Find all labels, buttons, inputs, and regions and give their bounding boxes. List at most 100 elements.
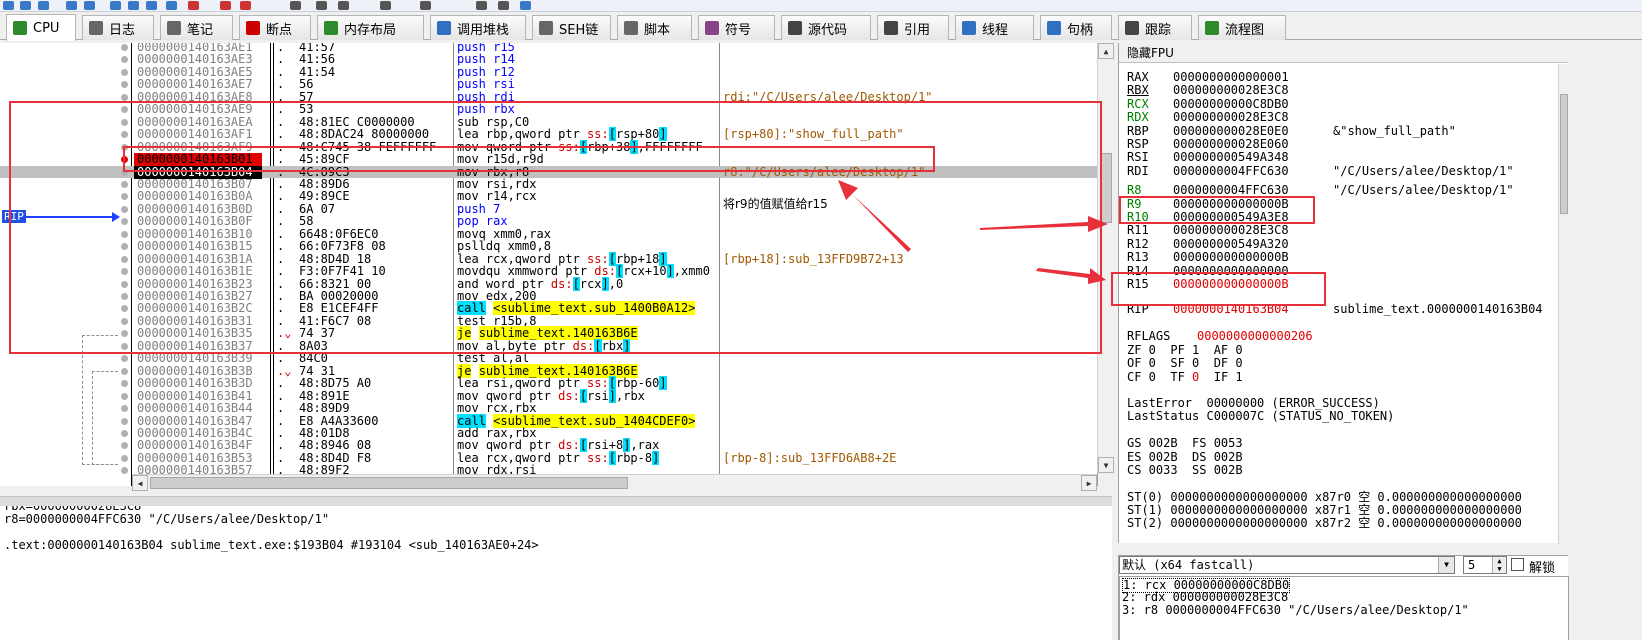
tab-handle[interactable]: 句柄 <box>1040 15 1112 40</box>
toolbar-button[interactable] <box>110 1 121 10</box>
spinner-arrows-icon[interactable]: ▲ ▼ <box>1492 557 1506 573</box>
tab-note[interactable]: 笔记 <box>160 15 233 40</box>
toolbar-button[interactable] <box>220 1 231 10</box>
toolbar-button[interactable] <box>338 1 349 10</box>
toolbar-button[interactable] <box>240 1 251 10</box>
handle-icon <box>1047 21 1061 35</box>
toolbar-button[interactable] <box>498 1 509 10</box>
flag-value[interactable]: 0 <box>1192 370 1199 384</box>
scroll-right-button[interactable]: ▶ <box>1081 475 1097 491</box>
breakpoint-dot-icon[interactable] <box>121 392 128 400</box>
breakpoint-dot-icon[interactable] <box>121 454 128 462</box>
jump-line <box>92 371 118 465</box>
splitter[interactable] <box>0 496 1112 506</box>
toolbar-button[interactable] <box>380 1 391 10</box>
breakpoint-dot-icon[interactable] <box>121 417 128 425</box>
hide-fpu-button[interactable]: 隐藏FPU <box>1119 43 1568 63</box>
scroll-thumb[interactable] <box>150 477 628 489</box>
disasm-row[interactable]: 0000000140163B44. 48:89D9 mov rcx,rbx <box>0 402 1097 415</box>
tab-source[interactable]: 源代码 <box>781 15 871 40</box>
tab-call-stack[interactable]: 调用堆栈 <box>430 15 526 40</box>
scroll-up-button[interactable]: ▲ <box>1098 43 1114 59</box>
register-value[interactable]: 000000000028E3C8 <box>1173 224 1289 237</box>
toolbar-button[interactable] <box>38 1 49 10</box>
toolbar-button[interactable] <box>20 1 31 10</box>
argument-item[interactable]: 3: r8 0000000004FFC630 "/C/Users/alee/De… <box>1122 604 1469 617</box>
breakpoint-dot-icon[interactable] <box>121 429 128 437</box>
register-value[interactable]: 0000000000000206 <box>1197 330 1313 343</box>
toolbar-button[interactable] <box>476 1 487 10</box>
breakpoint-dot-icon[interactable] <box>121 380 128 388</box>
breakpoint-dot-icon[interactable] <box>121 467 128 475</box>
breakpoint-dot-icon[interactable] <box>121 367 128 375</box>
info-panel: rbx=00000000028E3C8 r8=0000000004FFC630 … <box>0 497 1112 640</box>
breakpoint-dot-icon[interactable] <box>121 355 128 363</box>
tab-label: 引用 <box>904 22 931 38</box>
tab-memory-map[interactable]: 内存布局 <box>317 15 424 40</box>
arguments-list[interactable]: 1: rcx 00000000000C8DB0 2: rdx 000000000… <box>1119 576 1569 640</box>
tab-symbol[interactable]: 符号 <box>698 15 775 40</box>
annotation-box <box>123 146 935 172</box>
register-value[interactable]: 0000000004FFC630 <box>1173 164 1289 178</box>
tab-label: 符号 <box>725 22 752 38</box>
disasm-hscrollbar[interactable]: ◀ ▶ <box>132 474 1097 491</box>
register-value[interactable]: 000000000028E3C8 <box>1173 84 1289 97</box>
toolbar-button[interactable] <box>290 1 301 10</box>
breakpoint-dot-icon[interactable] <box>121 56 128 64</box>
arg-count-spinner[interactable]: 5 ▲ ▼ <box>1463 556 1507 574</box>
toolbar-button[interactable] <box>166 1 177 10</box>
register-value[interactable]: 000000000028E0E0 <box>1173 124 1289 138</box>
tab-graph[interactable]: 流程图 <box>1198 15 1286 40</box>
script-icon <box>624 21 638 35</box>
breakpoint-dot-icon[interactable] <box>121 405 128 413</box>
register-value[interactable]: 00000000000C8DB0 <box>1173 97 1289 111</box>
register-value[interactable]: 0000000000000001 <box>1173 71 1289 84</box>
tab-reference[interactable]: 引用 <box>877 15 949 40</box>
disasm-row[interactable]: 0000000140163AE3. 41:56 push r14 <box>0 53 1097 66</box>
toolbar-button[interactable] <box>316 1 327 10</box>
call-convention-select[interactable]: 默认 (x64 fastcall) ▼ <box>1119 556 1455 574</box>
tab-log[interactable]: 日志 <box>82 15 154 40</box>
last-status: LastStatus C000007C (STATUS_NO_TOKEN) <box>1127 409 1395 424</box>
disasm-row[interactable]: 0000000140163AE7. 56 push rsi <box>0 78 1097 91</box>
tab-label: CPU <box>33 20 60 36</box>
toolbar-button[interactable] <box>84 1 95 10</box>
register-value[interactable]: 000000000000000B <box>1173 251 1289 264</box>
breakpoint-dot-icon[interactable] <box>121 68 128 76</box>
tab-seh[interactable]: SEH链 <box>532 15 611 40</box>
register-value[interactable]: 000000000028E060 <box>1173 138 1289 151</box>
register-value[interactable]: 000000000549A320 <box>1173 237 1289 251</box>
breakpoint-dot-icon[interactable] <box>121 442 128 450</box>
toolbar-button[interactable] <box>420 1 431 10</box>
scroll-down-button[interactable]: ▼ <box>1098 457 1114 473</box>
tab-cpu[interactable]: CPU <box>6 14 76 41</box>
tab-breakpoint[interactable]: 断点 <box>239 15 311 40</box>
scroll-left-button[interactable]: ◀ <box>132 475 148 491</box>
register-name: RFLAGS <box>1127 329 1171 344</box>
disasm-row[interactable]: 0000000140163B39. 84C0 test al,al <box>0 352 1097 365</box>
tab-script[interactable]: 脚本 <box>617 15 692 40</box>
disasm-row[interactable]: 0000000140163B4F. 48:8946 08 mov qword ptr… <box>0 438 1097 453</box>
graph-icon <box>1205 21 1219 35</box>
toolbar-button[interactable] <box>520 1 531 10</box>
toolbar-button[interactable] <box>146 1 157 10</box>
bracket: ] <box>652 450 660 465</box>
register-value[interactable]: 000000000549A348 <box>1173 151 1289 164</box>
toolbar-button[interactable] <box>66 1 77 10</box>
tab-trace[interactable]: 跟踪 <box>1118 15 1192 40</box>
thread-icon <box>962 21 976 35</box>
breakpoint-dot-icon[interactable] <box>121 93 128 101</box>
breakpoint-dot-icon[interactable] <box>121 44 128 51</box>
unlock-checkbox[interactable] <box>1511 558 1524 571</box>
dropdown-arrow-icon[interactable]: ▼ <box>1438 557 1454 573</box>
disasm-row[interactable]: 0000000140163B3D. 48:8D75 A0 lea rsi,qword… <box>0 376 1097 391</box>
toolbar-button[interactable] <box>3 1 14 10</box>
register-value[interactable]: 000000000028E3C8 <box>1173 111 1289 124</box>
toolbar-button[interactable] <box>128 1 139 10</box>
breakpoint-dot-icon[interactable] <box>121 81 128 89</box>
registers-vscrollbar[interactable] <box>1558 64 1568 544</box>
tab-thread[interactable]: 线程 <box>955 15 1034 40</box>
scroll-thumb[interactable] <box>1560 94 1568 214</box>
register-name: RDI <box>1127 163 1149 178</box>
toolbar-button[interactable] <box>188 1 199 10</box>
